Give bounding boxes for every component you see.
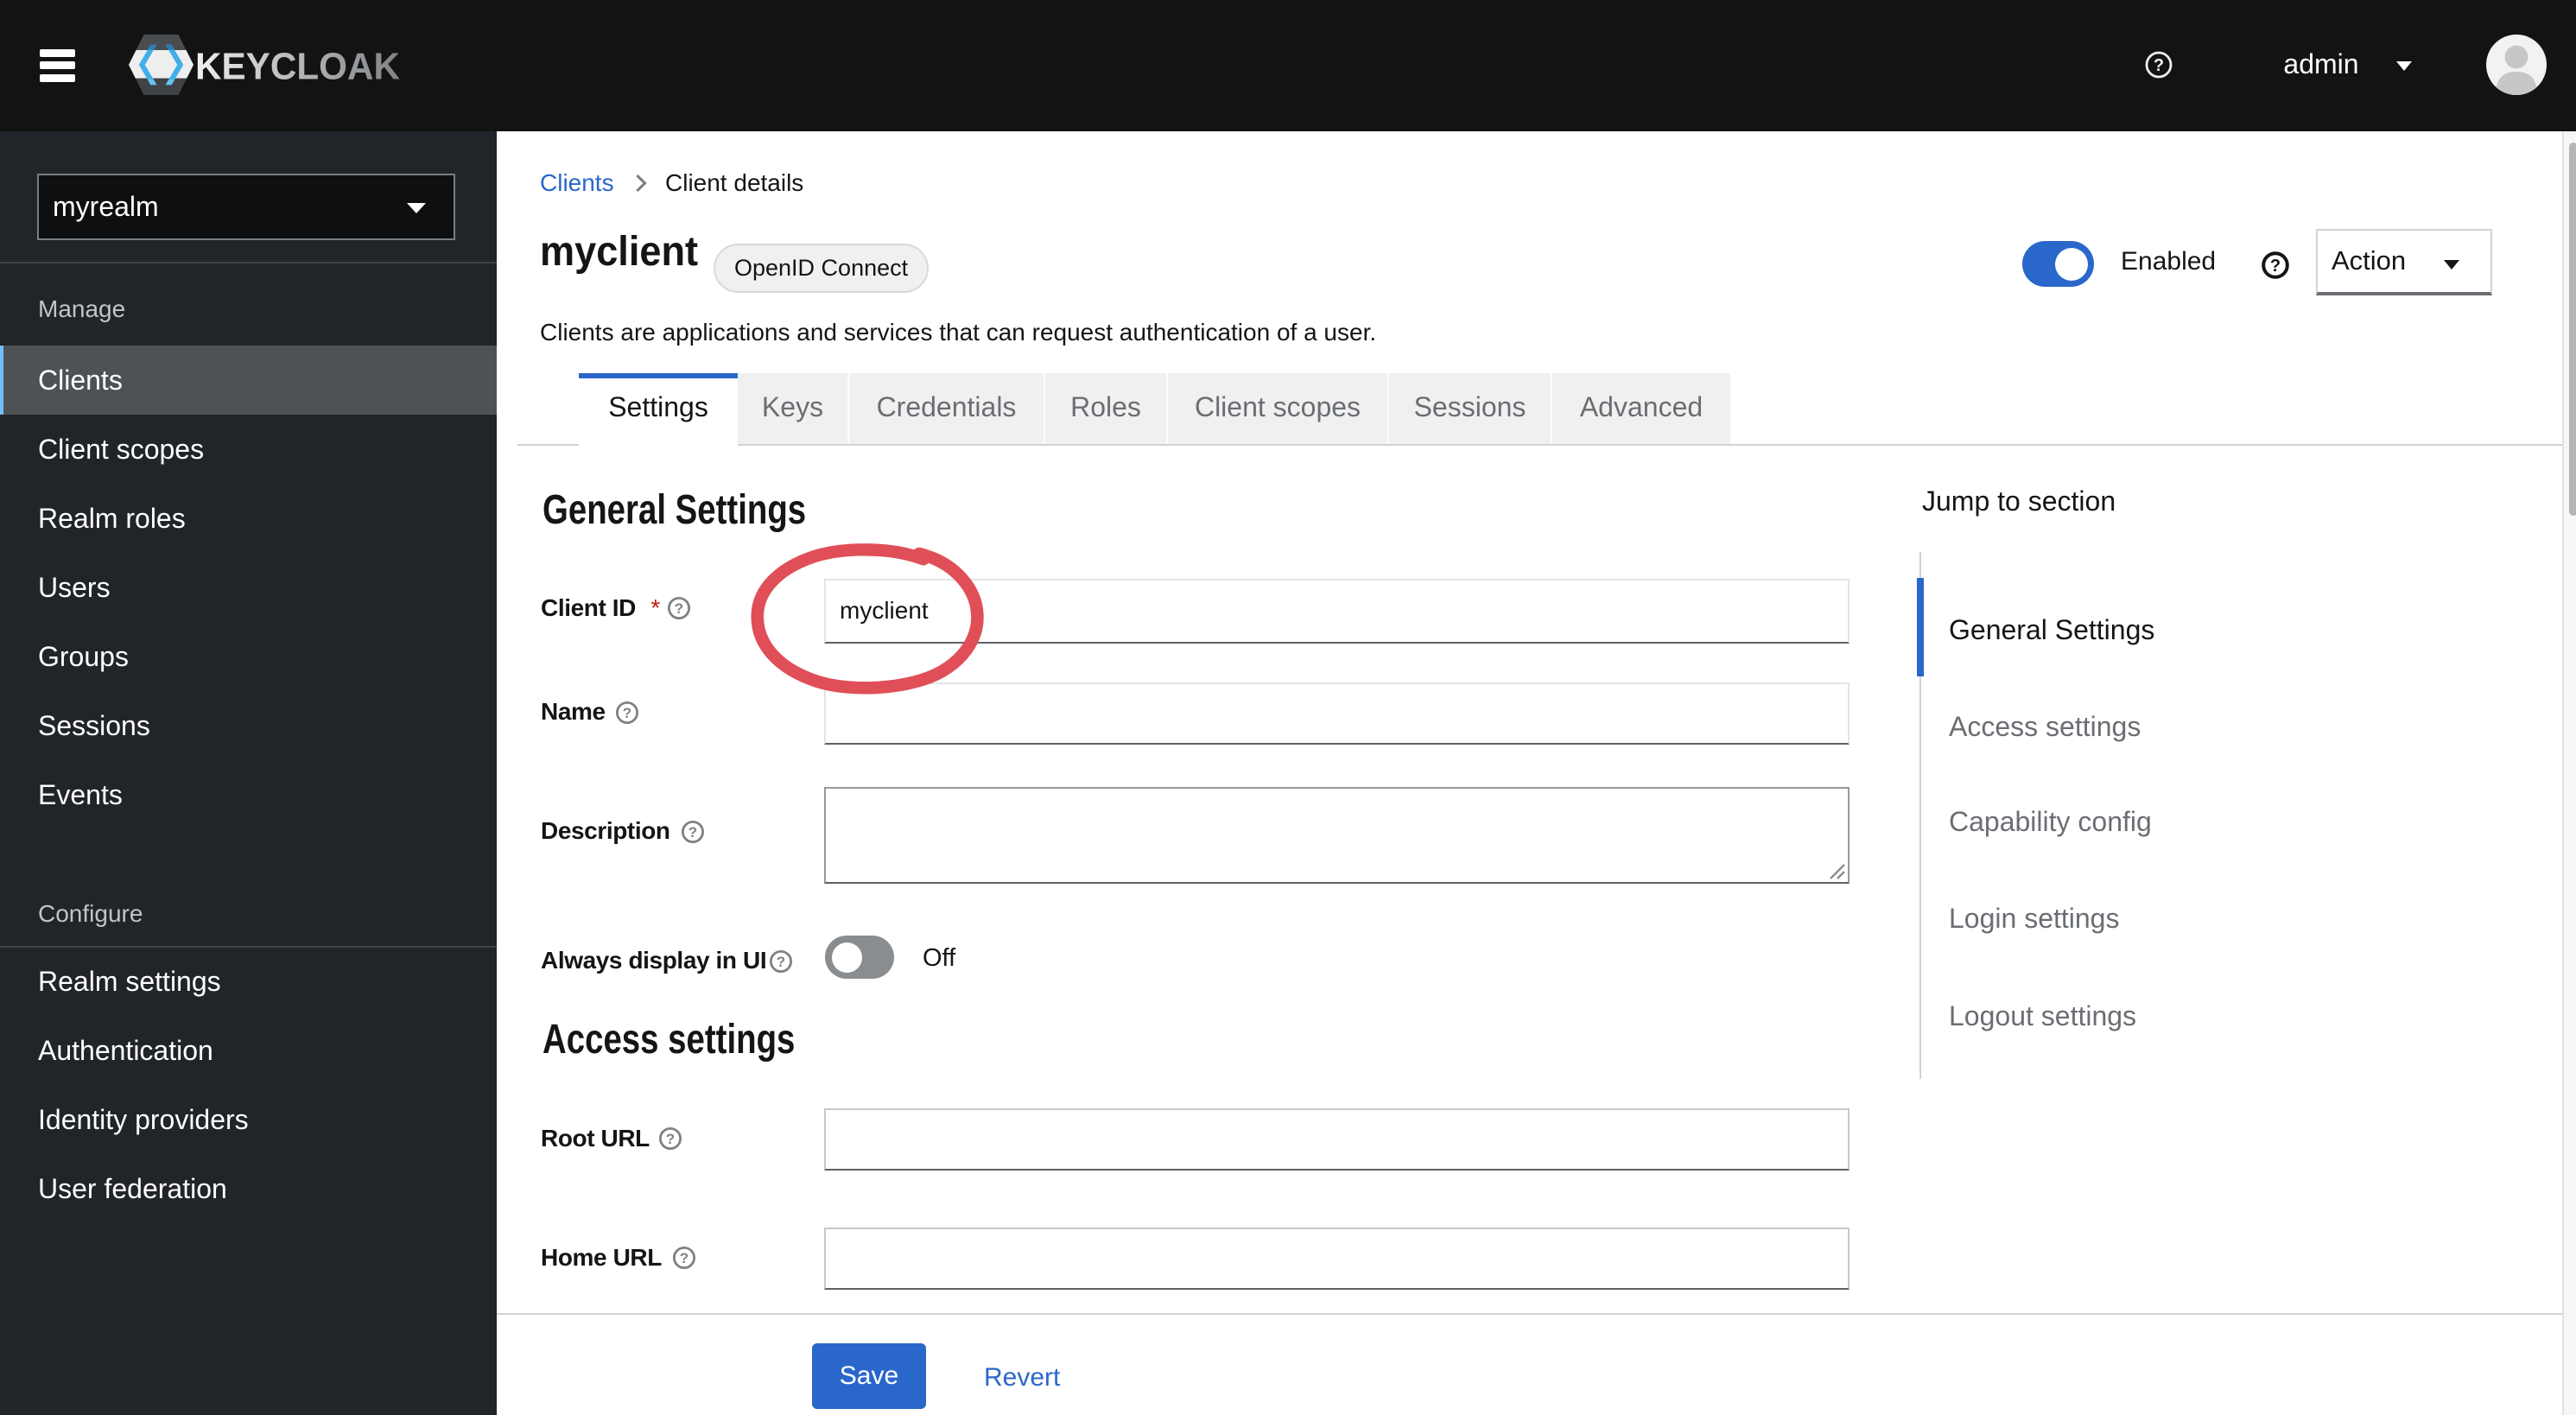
svg-text:?: ? <box>623 705 631 721</box>
svg-text:?: ? <box>680 1250 688 1266</box>
svg-text:?: ? <box>777 954 785 970</box>
svg-text:?: ? <box>688 824 697 841</box>
svg-text:?: ? <box>2270 257 2281 276</box>
svg-text:?: ? <box>666 1131 675 1147</box>
svg-text:?: ? <box>675 600 683 617</box>
svg-text:KEYCLOAK: KEYCLOAK <box>195 46 400 88</box>
svg-text:?: ? <box>2154 56 2164 75</box>
